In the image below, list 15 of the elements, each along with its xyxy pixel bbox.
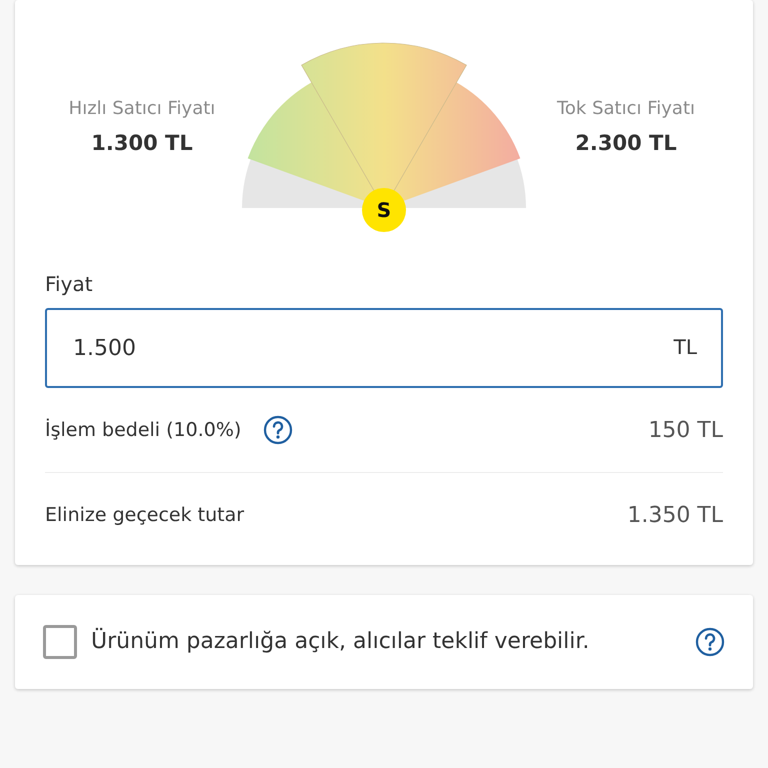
checkbox[interactable] [43, 625, 77, 659]
seller-marker: S [362, 188, 406, 232]
help-icon[interactable] [695, 627, 725, 657]
help-icon[interactable] [263, 415, 294, 445]
row-label: Elinize geçecek tutar [45, 504, 244, 526]
gauge-label: Hızlı Satıcı Fiyatı [68, 98, 216, 119]
checkbox-label: Ürünüm pazarlığa açık, alıcılar teklif verebilir. [91, 626, 590, 656]
gauge-value: 1.300 TL [91, 131, 193, 155]
gauge-value: 2.300 TL [575, 131, 677, 155]
gauge-label: Tok Satıcı Fiyatı [556, 98, 695, 119]
row-label: İşlem bedeli (10.0%) [45, 419, 242, 441]
row-value: 150 TL [648, 418, 723, 442]
row-value: 1.350 TL [627, 502, 723, 528]
currency-unit: TL [674, 335, 697, 359]
field-label: Fiyat [45, 272, 94, 296]
